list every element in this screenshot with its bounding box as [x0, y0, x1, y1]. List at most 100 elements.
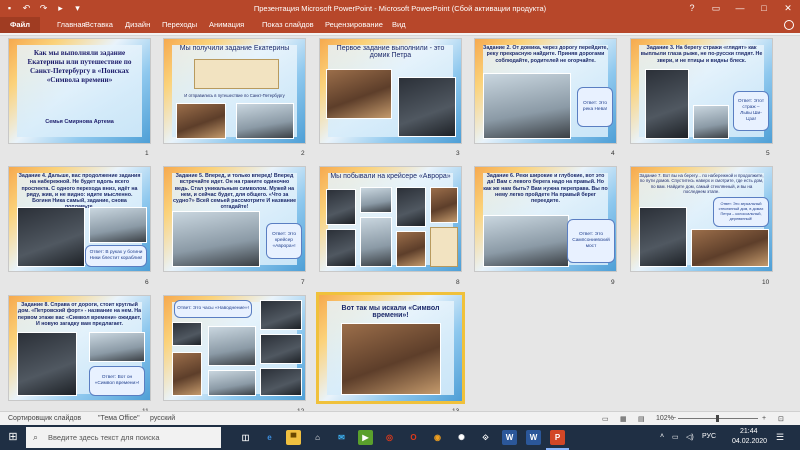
- tab-file[interactable]: Файл: [0, 17, 40, 33]
- word-icon[interactable]: W: [526, 430, 541, 445]
- slide-number: 9: [611, 279, 615, 286]
- answer-box: Ответ: Вот он «Символ времени»!: [89, 366, 145, 396]
- volume-icon[interactable]: ◁): [686, 433, 694, 441]
- photo-image: [236, 103, 294, 139]
- powerpoint-icon[interactable]: P: [550, 430, 565, 445]
- slide-thumbnail[interactable]: Задание 7. Вот вы на берегу... по набере…: [630, 166, 773, 272]
- tab-review[interactable]: Рецензирование: [325, 17, 383, 33]
- photo-image: [172, 211, 260, 267]
- photo-image: [17, 332, 77, 396]
- slide-number: 7: [301, 279, 305, 286]
- clock-time[interactable]: 21:44: [740, 428, 758, 435]
- slide-thumbnail[interactable]: Задание 2. От домика, через дорогу перей…: [474, 38, 617, 144]
- tab-insert[interactable]: Вставка: [85, 17, 113, 33]
- zoom-slider-thumb[interactable]: [716, 415, 719, 422]
- photo-image: [483, 215, 569, 267]
- language-indicator[interactable]: русский: [150, 415, 175, 422]
- slide-title: Мы получили задание Екатерины: [179, 45, 290, 52]
- slide-number: 2: [301, 150, 305, 157]
- photo-image: [360, 217, 392, 267]
- photo-image: [360, 187, 392, 213]
- slide-title: Задание 2. От домика, через дорогу перей…: [483, 45, 608, 64]
- minimize-button[interactable]: —: [728, 0, 752, 17]
- slide-thumbnail[interactable]: Как мы выполняли задание Екатерины или п…: [8, 38, 151, 144]
- firefox-icon[interactable]: ✺: [454, 430, 469, 445]
- edge-icon[interactable]: e: [262, 430, 277, 445]
- photo-image: [172, 352, 202, 396]
- taskbar-search-input[interactable]: ⌕ Введите здесь текст для поиска: [26, 427, 221, 448]
- keyboard-language[interactable]: РУС: [702, 433, 716, 440]
- tab-animation[interactable]: Анимация: [209, 17, 244, 33]
- slide-thumbnail-selected[interactable]: Вот так мы искали «Символ времени»!: [316, 292, 465, 404]
- photo-image: [645, 69, 689, 139]
- slide-title: Как мы выполняли задание Екатерины или п…: [27, 49, 132, 84]
- ribbon-display-button[interactable]: ▭: [704, 0, 728, 17]
- zoom-in-icon[interactable]: +: [762, 415, 766, 422]
- app-icon[interactable]: ◎: [382, 430, 397, 445]
- tab-home[interactable]: Главная: [57, 17, 86, 33]
- status-bar: Сортировщик слайдов "Тема Office" русски…: [0, 411, 800, 425]
- view-name: Сортировщик слайдов: [8, 415, 82, 422]
- app-icon[interactable]: ⟐: [478, 430, 493, 445]
- photo-image: [396, 231, 426, 267]
- photo-image: [693, 105, 729, 139]
- mail-icon[interactable]: ✉: [334, 430, 349, 445]
- slide-thumbnail[interactable]: Первое задание выполнили - это домик Пет…: [319, 38, 462, 144]
- notifications-icon[interactable]: ☰: [776, 432, 784, 443]
- photo-image: [326, 69, 392, 119]
- account-icon[interactable]: [784, 20, 794, 30]
- help-button[interactable]: ?: [680, 0, 704, 17]
- clock-date[interactable]: 04.02.2020: [732, 438, 767, 445]
- photo-image: [208, 370, 256, 396]
- search-icon: ⌕: [33, 432, 39, 442]
- slide-thumbnail[interactable]: Мы получили задание Екатерины И отправил…: [163, 38, 306, 144]
- slide-sorter-view-icon[interactable]: ▦: [620, 415, 627, 423]
- reading-view-icon[interactable]: ▤: [638, 415, 645, 423]
- slide-thumbnail[interactable]: Ответ: Это часы «Наводнение»!: [163, 295, 306, 401]
- photo-image: [430, 227, 458, 267]
- slide-thumbnail[interactable]: Задание 6. Реки широкие и глубокие, вот …: [474, 166, 617, 272]
- slide-thumbnail[interactable]: Задание 4. Дальше, вас продолжение задан…: [8, 166, 151, 272]
- answer-box: Ответ: Это крейсер «Аврора»!: [266, 223, 302, 259]
- photo-image: [398, 77, 456, 137]
- slide-thumbnail[interactable]: Мы побывали на крейсере «Аврора»: [319, 166, 462, 272]
- slide-author: Семья Смирнова Артема: [45, 119, 114, 125]
- tab-view[interactable]: Вид: [392, 17, 406, 33]
- notes-button[interactable]: ▭: [602, 415, 609, 423]
- tab-slideshow[interactable]: Показ слайдов: [262, 17, 314, 33]
- photo-image: [430, 187, 458, 223]
- slide-title: Задание 8. Справа от дороги, стоит кругл…: [17, 302, 142, 327]
- chrome-icon[interactable]: ◉: [430, 430, 445, 445]
- slide-thumbnail[interactable]: Задание 3. На берегу стражи «глядят» как…: [630, 38, 773, 144]
- slide-number: 4: [611, 150, 615, 157]
- media-icon[interactable]: ▶: [358, 430, 373, 445]
- close-button[interactable]: ✕: [776, 0, 800, 17]
- zoom-out-icon[interactable]: −: [672, 415, 676, 422]
- slide-thumbnail[interactable]: Задание 8. Справа от дороги, стоит кругл…: [8, 295, 151, 401]
- fit-to-window-icon[interactable]: ⊡: [778, 415, 784, 423]
- family-photo-image: [341, 323, 441, 395]
- maximize-button[interactable]: □: [752, 0, 776, 17]
- network-icon[interactable]: ▭: [672, 433, 679, 441]
- taskbar: ⊞ ⌕ Введите здесь текст для поиска ◫ e ▀…: [0, 425, 800, 450]
- tray-chevron-icon[interactable]: ˄: [660, 433, 664, 440]
- file-explorer-icon[interactable]: ▀: [286, 430, 301, 445]
- store-icon[interactable]: ⌂: [310, 430, 325, 445]
- slide-number: 5: [766, 150, 770, 157]
- windows-start-icon[interactable]: ⊞: [0, 425, 26, 450]
- answer-box: Ответ: Это часы «Наводнение»!: [174, 300, 252, 318]
- tab-transitions[interactable]: Переходы: [162, 17, 197, 33]
- task-view-icon[interactable]: ◫: [238, 430, 253, 445]
- photo-image: [17, 207, 85, 267]
- slide-thumbnail[interactable]: Задание 5. Вперед, и только вперед! Впер…: [163, 166, 306, 272]
- photo-image: [208, 326, 256, 366]
- slide-sorter: Как мы выполняли задание Екатерины или п…: [0, 36, 800, 415]
- photo-image: [89, 332, 145, 362]
- tab-design[interactable]: Дизайн: [125, 17, 150, 33]
- photo-image: [326, 229, 356, 267]
- photo-image: [691, 229, 769, 267]
- answer-box: Ответ: Этот страж – Львы Ши-Цза!: [733, 91, 769, 131]
- search-placeholder: Введите здесь текст для поиска: [48, 433, 160, 442]
- word-icon[interactable]: W: [502, 430, 517, 445]
- opera-icon[interactable]: O: [406, 430, 421, 445]
